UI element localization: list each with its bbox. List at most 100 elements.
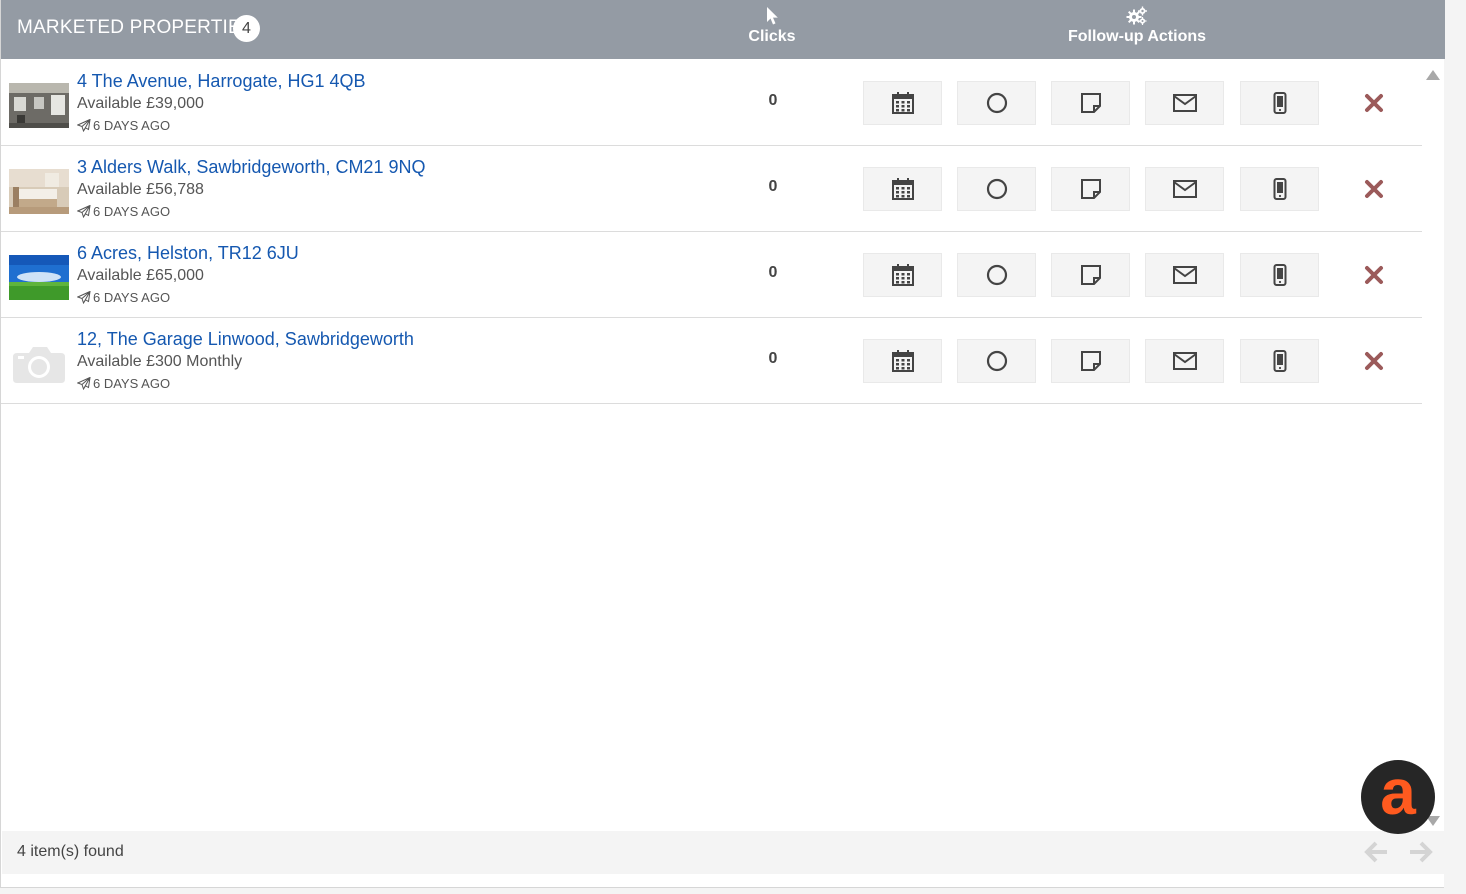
follow-up-column-label: Follow-up Actions xyxy=(1067,28,1207,45)
click-count: 0 xyxy=(768,178,778,195)
send-sms-button[interactable] xyxy=(1240,167,1319,211)
mobile-phone-icon xyxy=(1273,178,1286,200)
send-email-button[interactable] xyxy=(1145,81,1224,125)
remove-x-icon xyxy=(1365,266,1383,284)
sent-info: 6 DAYS AGO xyxy=(76,118,171,133)
property-address-link[interactable]: 12, The Garage Linwood, Sawbridgeworth xyxy=(77,329,414,350)
window-bottom-gutter xyxy=(0,888,1466,894)
property-address-link[interactable]: 6 Acres, Helston, TR12 6JU xyxy=(77,243,299,264)
mobile-phone-icon xyxy=(1273,350,1286,372)
status-toggle-button[interactable] xyxy=(957,81,1036,125)
send-email-button[interactable] xyxy=(1145,167,1224,211)
property-list: 4 The Avenue, Harrogate, HG1 4QB Availab… xyxy=(1,60,1422,404)
sent-time: 6 DAYS AGO xyxy=(93,376,171,391)
property-availability: Available £300 Monthly xyxy=(77,353,243,370)
clicks-column-header: Clicks xyxy=(731,6,813,46)
add-note-button[interactable] xyxy=(1051,81,1130,125)
remove-x-icon xyxy=(1365,180,1383,198)
remove-button[interactable] xyxy=(1363,264,1385,286)
paper-plane-icon xyxy=(76,204,91,219)
send-sms-button[interactable] xyxy=(1240,339,1319,383)
sent-info: 6 DAYS AGO xyxy=(76,376,171,391)
items-found-text: 4 item(s) found xyxy=(17,843,124,860)
paper-plane-icon xyxy=(76,290,91,305)
schedule-viewing-button[interactable] xyxy=(863,81,942,125)
status-toggle-button[interactable] xyxy=(957,167,1036,211)
arrow-left-icon[interactable] xyxy=(1364,839,1390,865)
list-footer: 4 item(s) found xyxy=(2,831,1445,874)
sent-info: 6 DAYS AGO xyxy=(76,204,171,219)
calendar-icon xyxy=(891,264,914,286)
camera-placeholder-icon[interactable] xyxy=(9,341,69,386)
mobile-phone-icon xyxy=(1273,264,1286,286)
click-count: 0 xyxy=(768,264,778,281)
clicks-column-label: Clicks xyxy=(748,28,796,45)
add-note-button[interactable] xyxy=(1051,167,1130,211)
send-email-button[interactable] xyxy=(1145,339,1224,383)
circle-icon xyxy=(986,350,1007,372)
remove-x-icon xyxy=(1365,352,1383,370)
remove-button[interactable] xyxy=(1363,178,1385,200)
gears-icon xyxy=(1041,6,1233,28)
property-thumbnail[interactable] xyxy=(9,169,69,214)
property-availability: Available £65,000 xyxy=(77,267,204,284)
calendar-icon xyxy=(891,178,914,200)
calendar-icon xyxy=(891,92,914,114)
schedule-viewing-button[interactable] xyxy=(863,167,942,211)
sent-time: 6 DAYS AGO xyxy=(93,204,171,219)
count-badge: 4 xyxy=(233,15,260,42)
status-toggle-button[interactable] xyxy=(957,253,1036,297)
click-count: 0 xyxy=(768,350,778,367)
property-availability: Available £56,788 xyxy=(77,181,204,198)
remove-button[interactable] xyxy=(1363,92,1385,114)
paper-plane-icon xyxy=(76,118,91,133)
schedule-viewing-button[interactable] xyxy=(863,339,942,383)
property-thumbnail[interactable] xyxy=(9,255,69,300)
list-item: 6 Acres, Helston, TR12 6JU Available £65… xyxy=(1,232,1422,318)
add-note-button[interactable] xyxy=(1051,253,1130,297)
add-note-button[interactable] xyxy=(1051,339,1130,383)
property-address-link[interactable]: 3 Alders Walk, Sawbridgeworth, CM21 9NQ xyxy=(77,157,425,178)
list-item: 3 Alders Walk, Sawbridgeworth, CM21 9NQ … xyxy=(1,146,1422,232)
paper-plane-icon xyxy=(76,376,91,391)
circle-icon xyxy=(986,264,1007,286)
sent-time: 6 DAYS AGO xyxy=(93,118,171,133)
send-sms-button[interactable] xyxy=(1240,81,1319,125)
send-sms-button[interactable] xyxy=(1240,253,1319,297)
window-right-gutter xyxy=(1444,0,1466,894)
sent-info: 6 DAYS AGO xyxy=(76,290,171,305)
scroll-up-arrow-icon[interactable] xyxy=(1426,67,1440,85)
brand-logo-badge[interactable]: a xyxy=(1361,760,1435,834)
sent-time: 6 DAYS AGO xyxy=(93,290,171,305)
calendar-icon xyxy=(891,350,914,372)
mobile-phone-icon xyxy=(1273,92,1286,114)
envelope-icon xyxy=(1172,266,1197,284)
envelope-icon xyxy=(1172,94,1197,112)
follow-up-column-header: Follow-up Actions xyxy=(1041,6,1233,46)
list-item: 4 The Avenue, Harrogate, HG1 4QB Availab… xyxy=(1,60,1422,146)
envelope-icon xyxy=(1172,352,1197,370)
note-icon xyxy=(1080,351,1101,371)
click-count: 0 xyxy=(768,92,778,109)
panel-title: MARKETED PROPERTIES xyxy=(17,17,254,38)
schedule-viewing-button[interactable] xyxy=(863,253,942,297)
status-toggle-button[interactable] xyxy=(957,339,1036,383)
cursor-pointer-icon xyxy=(731,6,813,28)
circle-icon xyxy=(986,178,1007,200)
brand-logo-glyph: a xyxy=(1380,756,1416,828)
envelope-icon xyxy=(1172,180,1197,198)
remove-x-icon xyxy=(1365,94,1383,112)
marketed-properties-panel: MARKETED PROPERTIES 4 Clicks Follow-up A… xyxy=(0,0,1445,888)
property-thumbnail[interactable] xyxy=(9,83,69,128)
circle-icon xyxy=(986,92,1007,114)
note-icon xyxy=(1080,179,1101,199)
send-email-button[interactable] xyxy=(1145,253,1224,297)
remove-button[interactable] xyxy=(1363,350,1385,372)
property-availability: Available £39,000 xyxy=(77,95,204,112)
note-icon xyxy=(1080,93,1101,113)
list-item: 12, The Garage Linwood, Sawbridgeworth A… xyxy=(1,318,1422,404)
panel-header: MARKETED PROPERTIES 4 Clicks Follow-up A… xyxy=(1,0,1445,59)
note-icon xyxy=(1080,265,1101,285)
property-address-link[interactable]: 4 The Avenue, Harrogate, HG1 4QB xyxy=(77,71,366,92)
arrow-right-icon[interactable] xyxy=(1407,839,1433,865)
